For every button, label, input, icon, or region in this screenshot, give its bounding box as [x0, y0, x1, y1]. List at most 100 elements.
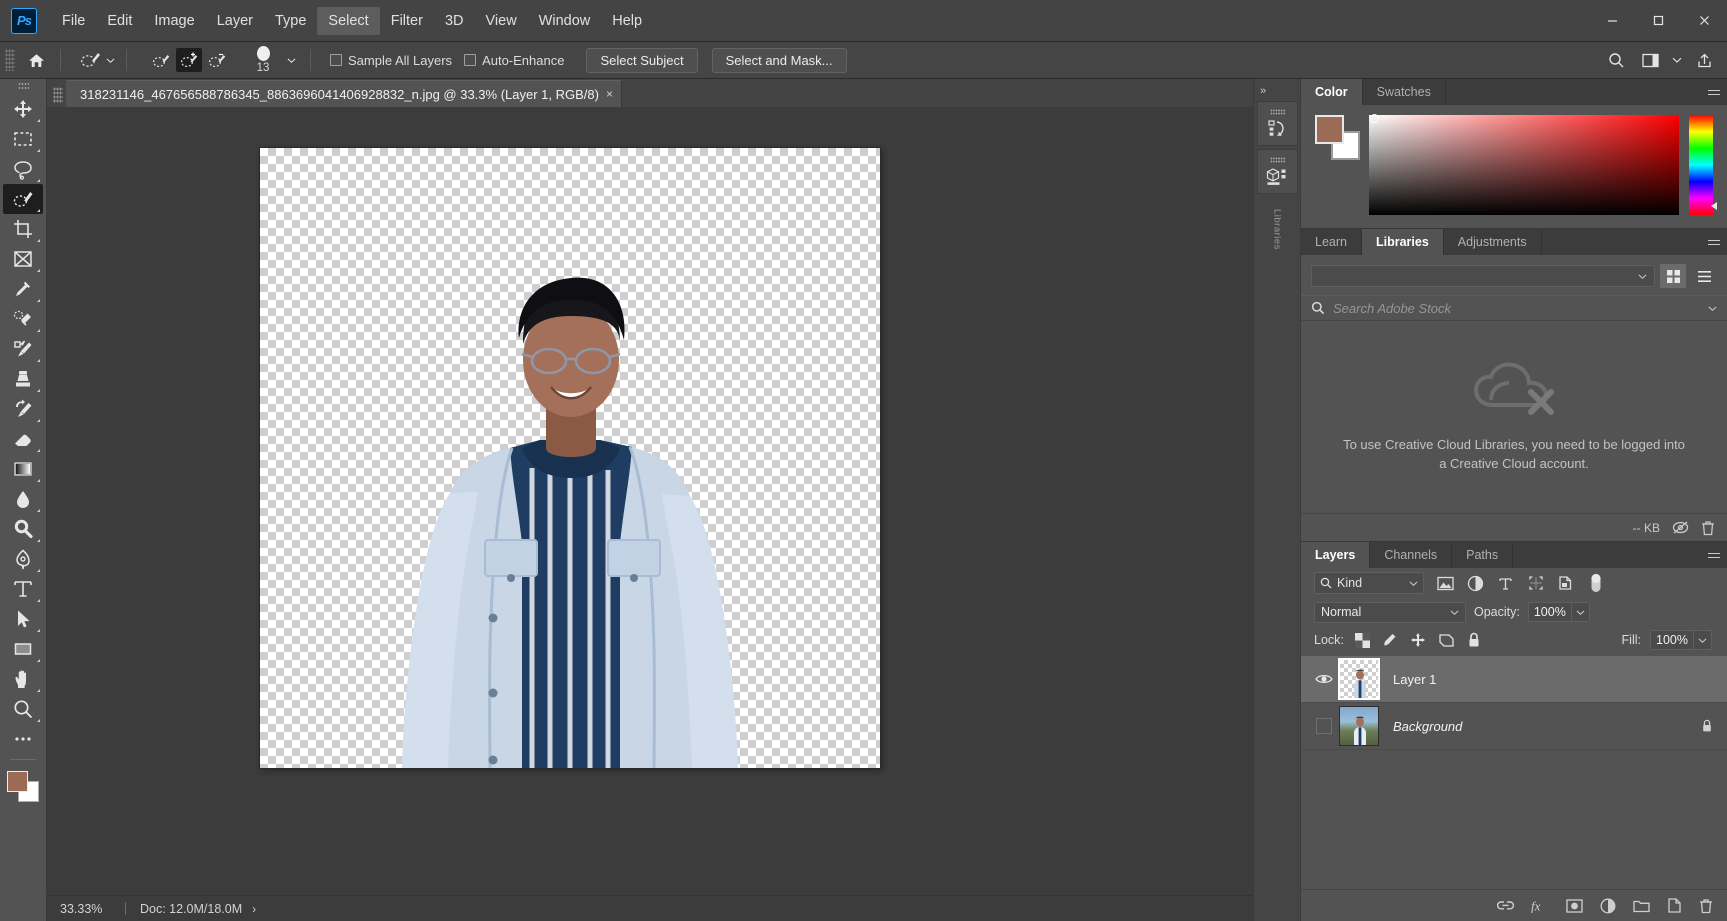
document-tab[interactable]: 318231146_467656588786345_88636960414069…: [66, 80, 622, 107]
menu-item-image[interactable]: Image: [143, 7, 205, 35]
select-subject-button[interactable]: Select Subject: [586, 47, 698, 73]
auto-enhance-checkbox[interactable]: Auto-Enhance: [464, 53, 564, 68]
pixel-filter-icon[interactable]: [1432, 571, 1459, 595]
chevron-down-icon[interactable]: [1669, 47, 1685, 73]
menu-item-edit[interactable]: Edit: [96, 7, 143, 35]
fill-chevron-down-icon[interactable]: [1694, 630, 1712, 650]
layer-thumbnail[interactable]: [1338, 658, 1380, 700]
tab-layers[interactable]: Layers: [1301, 542, 1371, 568]
menu-item-select[interactable]: Select: [317, 6, 380, 35]
history-panel-icon[interactable]: [1256, 101, 1298, 146]
lock-all-icon[interactable]: [1465, 631, 1484, 650]
layer-name[interactable]: Layer 1: [1393, 672, 1436, 687]
workspace-icon[interactable]: [1635, 47, 1665, 73]
add-to-selection-button[interactable]: [176, 48, 202, 72]
lock-artboard-icon[interactable]: [1437, 631, 1456, 650]
move-tool[interactable]: [3, 94, 43, 124]
history-brush-tool[interactable]: [3, 394, 43, 424]
menu-item-3d[interactable]: 3D: [434, 7, 475, 35]
sync-off-icon[interactable]: [1672, 520, 1689, 535]
tab-swatches[interactable]: Swatches: [1362, 79, 1446, 105]
lock-image-pixels-icon[interactable]: [1381, 631, 1400, 650]
grid-view-icon[interactable]: [1660, 264, 1686, 288]
lock-transparent-pixels-icon[interactable]: [1353, 631, 1372, 650]
tab-adjustments[interactable]: Adjustments: [1443, 229, 1542, 255]
tab-channels[interactable]: Channels: [1370, 542, 1453, 568]
menu-item-file[interactable]: File: [51, 7, 96, 35]
menu-item-view[interactable]: View: [475, 7, 528, 35]
close-icon[interactable]: ×: [606, 87, 613, 101]
library-select[interactable]: [1311, 265, 1655, 287]
layer-thumbnail[interactable]: [1339, 706, 1379, 746]
image-canvas[interactable]: [260, 148, 880, 768]
filter-toggle-icon[interactable]: [1582, 571, 1609, 595]
blur-tool[interactable]: [3, 484, 43, 514]
minimize-button[interactable]: [1589, 0, 1635, 41]
color-ramp[interactable]: [1369, 114, 1679, 215]
tools-panel-grip[interactable]: [17, 82, 29, 90]
tab-color[interactable]: Color: [1301, 79, 1363, 105]
opacity-input[interactable]: 100%: [1527, 602, 1572, 622]
path-selection-tool[interactable]: [3, 604, 43, 634]
list-view-icon[interactable]: [1691, 264, 1717, 288]
sample-all-layers-checkbox[interactable]: Sample All Layers: [330, 53, 452, 68]
panel-menu-icon[interactable]: [1701, 229, 1727, 255]
menu-item-window[interactable]: Window: [528, 7, 602, 35]
adobe-stock-search[interactable]: Search Adobe Stock: [1301, 295, 1727, 321]
table-row[interactable]: Background: [1301, 703, 1727, 750]
layer-visibility-toggle[interactable]: [1309, 673, 1339, 685]
layer-visibility-toggle[interactable]: [1309, 718, 1339, 734]
share-icon[interactable]: [1689, 47, 1719, 73]
zoom-level[interactable]: 33.33%: [47, 902, 125, 916]
blend-mode-select[interactable]: Normal: [1314, 601, 1466, 623]
eyedropper-tool[interactable]: [3, 274, 43, 304]
opacity-chevron-down-icon[interactable]: [1571, 602, 1590, 622]
tab-paths[interactable]: Paths: [1452, 542, 1514, 568]
brush-size-control[interactable]: 13: [248, 45, 278, 75]
canvas-viewport[interactable]: [47, 107, 1253, 895]
home-icon[interactable]: [19, 51, 53, 70]
lock-position-icon[interactable]: [1409, 631, 1428, 650]
quick-selection-tool[interactable]: [3, 184, 43, 214]
tab-libraries[interactable]: Libraries: [1361, 229, 1444, 255]
maximize-button[interactable]: [1635, 0, 1681, 41]
panel-menu-icon[interactable]: [1701, 79, 1727, 105]
delete-layer-icon[interactable]: [1699, 898, 1713, 914]
foreground-background-color[interactable]: [7, 771, 39, 802]
menu-item-help[interactable]: Help: [601, 7, 653, 35]
foreground-color-swatch[interactable]: [7, 771, 28, 792]
smart-object-filter-icon[interactable]: [1552, 571, 1579, 595]
add-layer-mask-icon[interactable]: [1566, 898, 1583, 913]
crop-tool[interactable]: [3, 214, 43, 244]
hue-slider[interactable]: [1689, 115, 1717, 215]
horizontal-type-tool[interactable]: [3, 574, 43, 604]
tab-strip-grip[interactable]: [53, 87, 63, 103]
zoom-tool[interactable]: [3, 694, 43, 724]
close-button[interactable]: [1681, 0, 1727, 41]
layer-style-fx-icon[interactable]: fx: [1531, 899, 1549, 913]
link-layers-icon[interactable]: [1497, 899, 1514, 912]
table-row[interactable]: Layer 1: [1301, 656, 1727, 703]
layer-name[interactable]: Background: [1393, 719, 1462, 734]
new-adjustment-layer-icon[interactable]: [1600, 898, 1616, 914]
adjustment-filter-icon[interactable]: [1462, 571, 1489, 595]
chevron-down-icon[interactable]: [1708, 304, 1717, 313]
tool-preset-picker[interactable]: [75, 46, 119, 74]
color-ramp-cursor[interactable]: [1370, 114, 1379, 123]
select-and-mask-button[interactable]: Select and Mask...: [711, 47, 847, 73]
new-selection-button[interactable]: [148, 48, 174, 72]
search-icon[interactable]: [1601, 47, 1631, 73]
chevrons-right-icon[interactable]: »: [1260, 85, 1266, 97]
fill-input[interactable]: 100%: [1650, 630, 1694, 650]
menu-item-type[interactable]: Type: [264, 7, 317, 35]
horizontal-scrollbar[interactable]: [256, 896, 1253, 921]
hand-tool[interactable]: [3, 664, 43, 694]
eraser-tool[interactable]: [3, 424, 43, 454]
frame-tool[interactable]: [3, 244, 43, 274]
3d-panel-icon[interactable]: [1256, 149, 1298, 194]
panel-menu-icon[interactable]: [1701, 542, 1727, 568]
gradient-tool[interactable]: [3, 454, 43, 484]
delete-icon[interactable]: [1701, 520, 1715, 536]
filter-kind-select[interactable]: Kind: [1314, 572, 1424, 594]
brush-tool[interactable]: [3, 334, 43, 364]
